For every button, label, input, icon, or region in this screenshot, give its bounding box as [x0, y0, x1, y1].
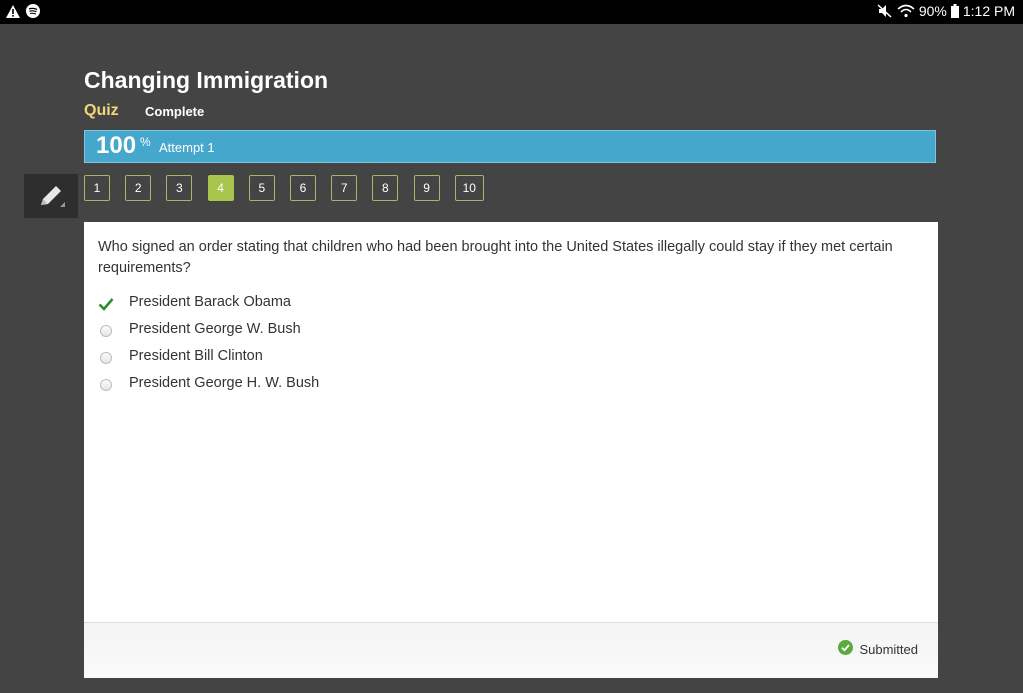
question-nav-button-5[interactable]: 5 [248, 175, 275, 201]
question-nav-button-3[interactable]: 3 [166, 175, 193, 201]
completion-status: Complete [145, 104, 205, 119]
question-card: Who signed an order stating that childre… [84, 222, 938, 678]
question-nav-button-9[interactable]: 9 [413, 175, 440, 201]
answer-option-label: President George W. Bush [129, 321, 301, 337]
page-title: Changing Immigration [84, 67, 329, 93]
pencil-icon [37, 183, 65, 216]
attempt-label: Attempt 1 [159, 140, 215, 155]
question-nav-button-1[interactable]: 1 [84, 175, 110, 201]
check-circle-icon [838, 640, 854, 658]
submitted-label: Submitted [859, 641, 918, 657]
score-value: 100 [96, 132, 137, 159]
warning-icon [6, 4, 20, 23]
radio-button[interactable] [98, 323, 114, 339]
card-footer: Submitted [84, 622, 938, 678]
status-bar: 90% 1:12 PM [0, 0, 1023, 24]
submitted-status: Submitted [838, 640, 918, 658]
notes-tool-button[interactable] [24, 174, 78, 218]
answer-option-label: President George H. W. Bush [129, 375, 320, 391]
question-text: Who signed an order stating that childre… [98, 239, 893, 276]
radio-button[interactable] [98, 377, 114, 393]
question-nav-button-4[interactable]: 4 [207, 175, 234, 201]
question-nav-button-8[interactable]: 8 [372, 175, 399, 201]
question-nav-button-6[interactable]: 6 [290, 175, 316, 201]
checkmark-icon [98, 296, 114, 312]
answer-option-label: President Bill Clinton [129, 348, 263, 364]
answer-option-label: President Barack Obama [129, 294, 291, 310]
mute-icon [877, 4, 893, 18]
activity-type-label: Quiz [84, 102, 119, 119]
question-nav-button-10[interactable]: 10 [454, 175, 484, 201]
question-nav-button-2[interactable]: 2 [125, 175, 152, 201]
battery-icon [950, 4, 959, 18]
question-nav-button-7[interactable]: 7 [331, 175, 358, 201]
clock: 1:12 PM [962, 3, 1015, 19]
wifi-icon [897, 4, 915, 18]
battery-level: 90% [918, 3, 947, 19]
spotify-icon [26, 4, 40, 23]
radio-button[interactable] [98, 350, 114, 366]
score-bar: 100 % Attempt 1 [84, 130, 936, 163]
score-unit: % [140, 135, 151, 149]
